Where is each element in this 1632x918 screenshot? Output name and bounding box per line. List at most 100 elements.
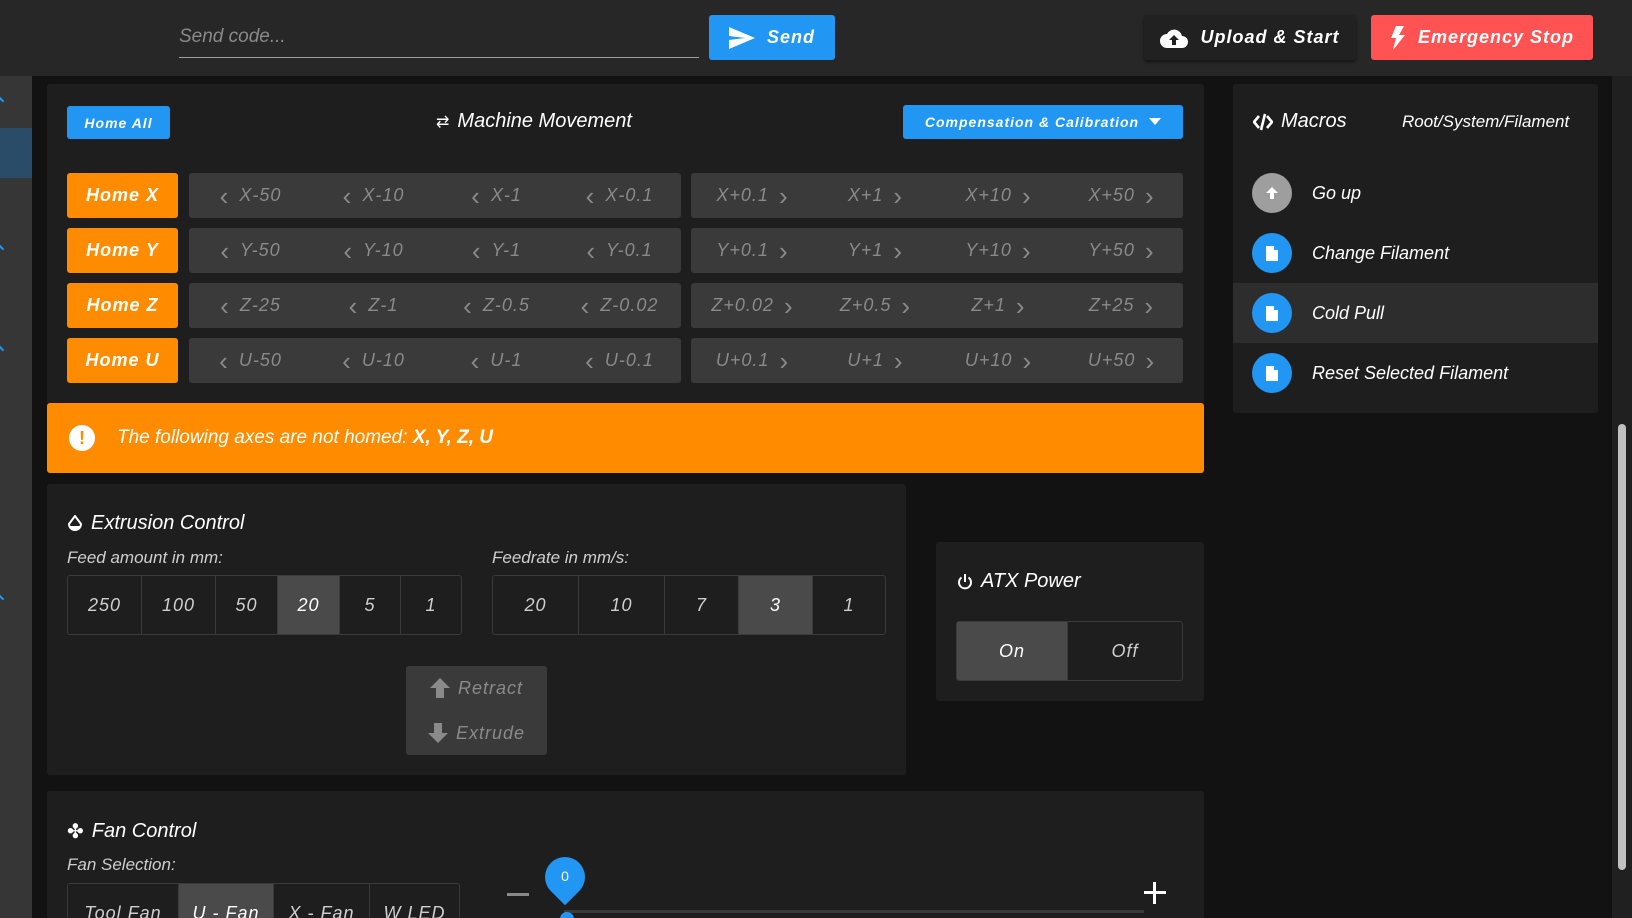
compensation-calibration-dropdown[interactable]: Compensation & Calibration — [903, 105, 1183, 139]
macro-item[interactable]: Reset Selected Filament — [1233, 343, 1598, 403]
jog-plus-button[interactable]: U+50 — [1060, 338, 1183, 383]
jog-minus-button[interactable]: Y-1 — [435, 228, 558, 273]
option-button[interactable]: X - Fan — [274, 884, 370, 918]
jog-plus-button[interactable]: X+10 — [937, 173, 1060, 218]
jog-minus-button[interactable]: Z-1 — [312, 283, 435, 328]
jog-plus-button[interactable]: Y+10 — [937, 228, 1060, 273]
option-button[interactable]: 10 — [579, 576, 665, 634]
jog-minus-button[interactable]: Y-10 — [312, 228, 435, 273]
extrusion-title: Extrusion Control — [67, 512, 244, 535]
atx-off-button[interactable]: Off — [1068, 622, 1182, 680]
option-button[interactable]: 7 — [665, 576, 739, 634]
jog-plus-button[interactable]: Z+0.5 — [814, 283, 937, 328]
jog-label: Y-0.1 — [605, 240, 653, 260]
send-button[interactable]: Send — [709, 15, 835, 60]
extrude-button[interactable]: Extrude — [406, 711, 547, 755]
jog-minus-button[interactable]: U-10 — [312, 338, 435, 383]
jog-label: X-10 — [362, 185, 405, 205]
lightning-icon — [1390, 25, 1405, 50]
option-button[interactable]: 250 — [68, 576, 142, 634]
option-button[interactable]: 5 — [340, 576, 401, 634]
jog-plus-button[interactable]: U+0.1 — [691, 338, 814, 383]
home-all-button[interactable]: Home All — [67, 106, 170, 139]
jog-minus-button[interactable]: U-50 — [189, 338, 312, 383]
side-nav-active-item[interactable] — [0, 128, 32, 178]
atx-on-button[interactable]: On — [957, 622, 1068, 680]
alert-icon: ! — [69, 425, 95, 451]
jog-minus-button[interactable]: Z-0.02 — [558, 283, 681, 328]
jog-label: Y+1 — [847, 240, 884, 260]
drop-icon — [67, 514, 83, 531]
option-button[interactable]: 50 — [216, 576, 278, 634]
jog-plus-button[interactable]: X+50 — [1060, 173, 1183, 218]
jog-plus-button[interactable]: X+0.1 — [691, 173, 814, 218]
option-button[interactable]: 20 — [278, 576, 340, 634]
option-button[interactable]: 20 — [493, 576, 579, 634]
macro-label: Go up — [1312, 182, 1362, 203]
fan-slider-track[interactable] — [564, 910, 1144, 913]
jog-plus-group: Z+0.02 Z+0.5 Z+1 Z+25 — [691, 283, 1183, 328]
jog-minus-button[interactable]: Y-50 — [189, 228, 312, 273]
home-axis-button[interactable]: Home U — [67, 338, 178, 383]
emergency-stop-button[interactable]: Emergency Stop — [1371, 15, 1593, 60]
jog-plus-button[interactable]: U+10 — [937, 338, 1060, 383]
jog-label: X+50 — [1088, 185, 1135, 205]
upload-start-button[interactable]: Upload & Start — [1144, 15, 1356, 60]
plus-icon-v — [1153, 882, 1156, 904]
jog-label: U-1 — [490, 350, 523, 370]
option-button[interactable]: 1 — [813, 576, 885, 634]
retract-button[interactable]: Retract — [406, 666, 547, 710]
home-axis-button[interactable]: Home Y — [67, 228, 178, 273]
jog-plus-button[interactable]: X+1 — [814, 173, 937, 218]
machine-movement-title: ⇄ Machine Movement — [436, 110, 632, 133]
jog-plus-group: X+0.1 X+1 X+10 X+50 — [691, 173, 1183, 218]
macro-label: Reset Selected Filament — [1312, 362, 1509, 383]
home-axis-button[interactable]: Home X — [67, 173, 178, 218]
macro-label: Change Filament — [1312, 242, 1450, 263]
jog-minus-button[interactable]: X-0.1 — [558, 173, 681, 218]
jog-minus-group: Y-50 Y-10 Y-1 Y-0.1 — [189, 228, 681, 273]
jog-plus-button[interactable]: Z+1 — [937, 283, 1060, 328]
fan-increase-button[interactable] — [1144, 882, 1166, 904]
jog-minus-group: U-50 U-10 U-1 U-0.1 — [189, 338, 681, 383]
jog-label: Y+10 — [965, 240, 1012, 260]
jog-label: Y-10 — [362, 240, 404, 260]
fan-decrease-button[interactable] — [507, 893, 529, 896]
jog-minus-button[interactable]: X-1 — [435, 173, 558, 218]
send-code-input[interactable]: Send code... — [179, 20, 699, 58]
jog-label: X-0.1 — [605, 185, 654, 205]
option-button[interactable]: 3 — [739, 576, 813, 634]
macro-item[interactable]: Cold Pull — [1233, 283, 1598, 343]
option-button[interactable]: 100 — [142, 576, 216, 634]
jog-label: U+1 — [847, 350, 884, 370]
jog-plus-button[interactable]: Y+50 — [1060, 228, 1183, 273]
fan-selection-label: Fan Selection: — [67, 855, 176, 874]
jog-plus-button[interactable]: Y+1 — [814, 228, 937, 273]
jog-label: Y-1 — [491, 240, 522, 260]
option-button[interactable]: U - Fan — [179, 884, 274, 918]
arrow-up-bold-icon — [429, 678, 450, 698]
jog-plus-button[interactable]: Z+0.02 — [691, 283, 814, 328]
nav-chevron-icon — [0, 594, 5, 604]
jog-plus-button[interactable]: Z+25 — [1060, 283, 1183, 328]
home-axis-button[interactable]: Home Z — [67, 283, 178, 328]
option-button[interactable]: Tool Fan — [68, 884, 179, 918]
file-icon — [1252, 293, 1292, 333]
macro-item[interactable]: Change Filament — [1233, 223, 1598, 283]
jog-minus-button[interactable]: Y-0.1 — [558, 228, 681, 273]
jog-label: Y+50 — [1088, 240, 1135, 260]
jog-minus-button[interactable]: U-1 — [435, 338, 558, 383]
jog-minus-button[interactable]: Z-25 — [189, 283, 312, 328]
fan-title: ✤ Fan Control — [67, 819, 196, 844]
page-scrollbar-thumb[interactable] — [1618, 424, 1626, 870]
atx-title-text: ATX Power — [981, 570, 1081, 592]
option-button[interactable]: W LED — [370, 884, 459, 918]
option-button[interactable]: 1 — [401, 576, 461, 634]
jog-minus-button[interactable]: X-50 — [189, 173, 312, 218]
jog-minus-button[interactable]: X-10 — [312, 173, 435, 218]
macro-item[interactable]: Go up — [1233, 163, 1598, 223]
jog-minus-button[interactable]: Z-0.5 — [435, 283, 558, 328]
jog-minus-button[interactable]: U-0.1 — [558, 338, 681, 383]
jog-plus-button[interactable]: U+1 — [814, 338, 937, 383]
jog-plus-button[interactable]: Y+0.1 — [691, 228, 814, 273]
